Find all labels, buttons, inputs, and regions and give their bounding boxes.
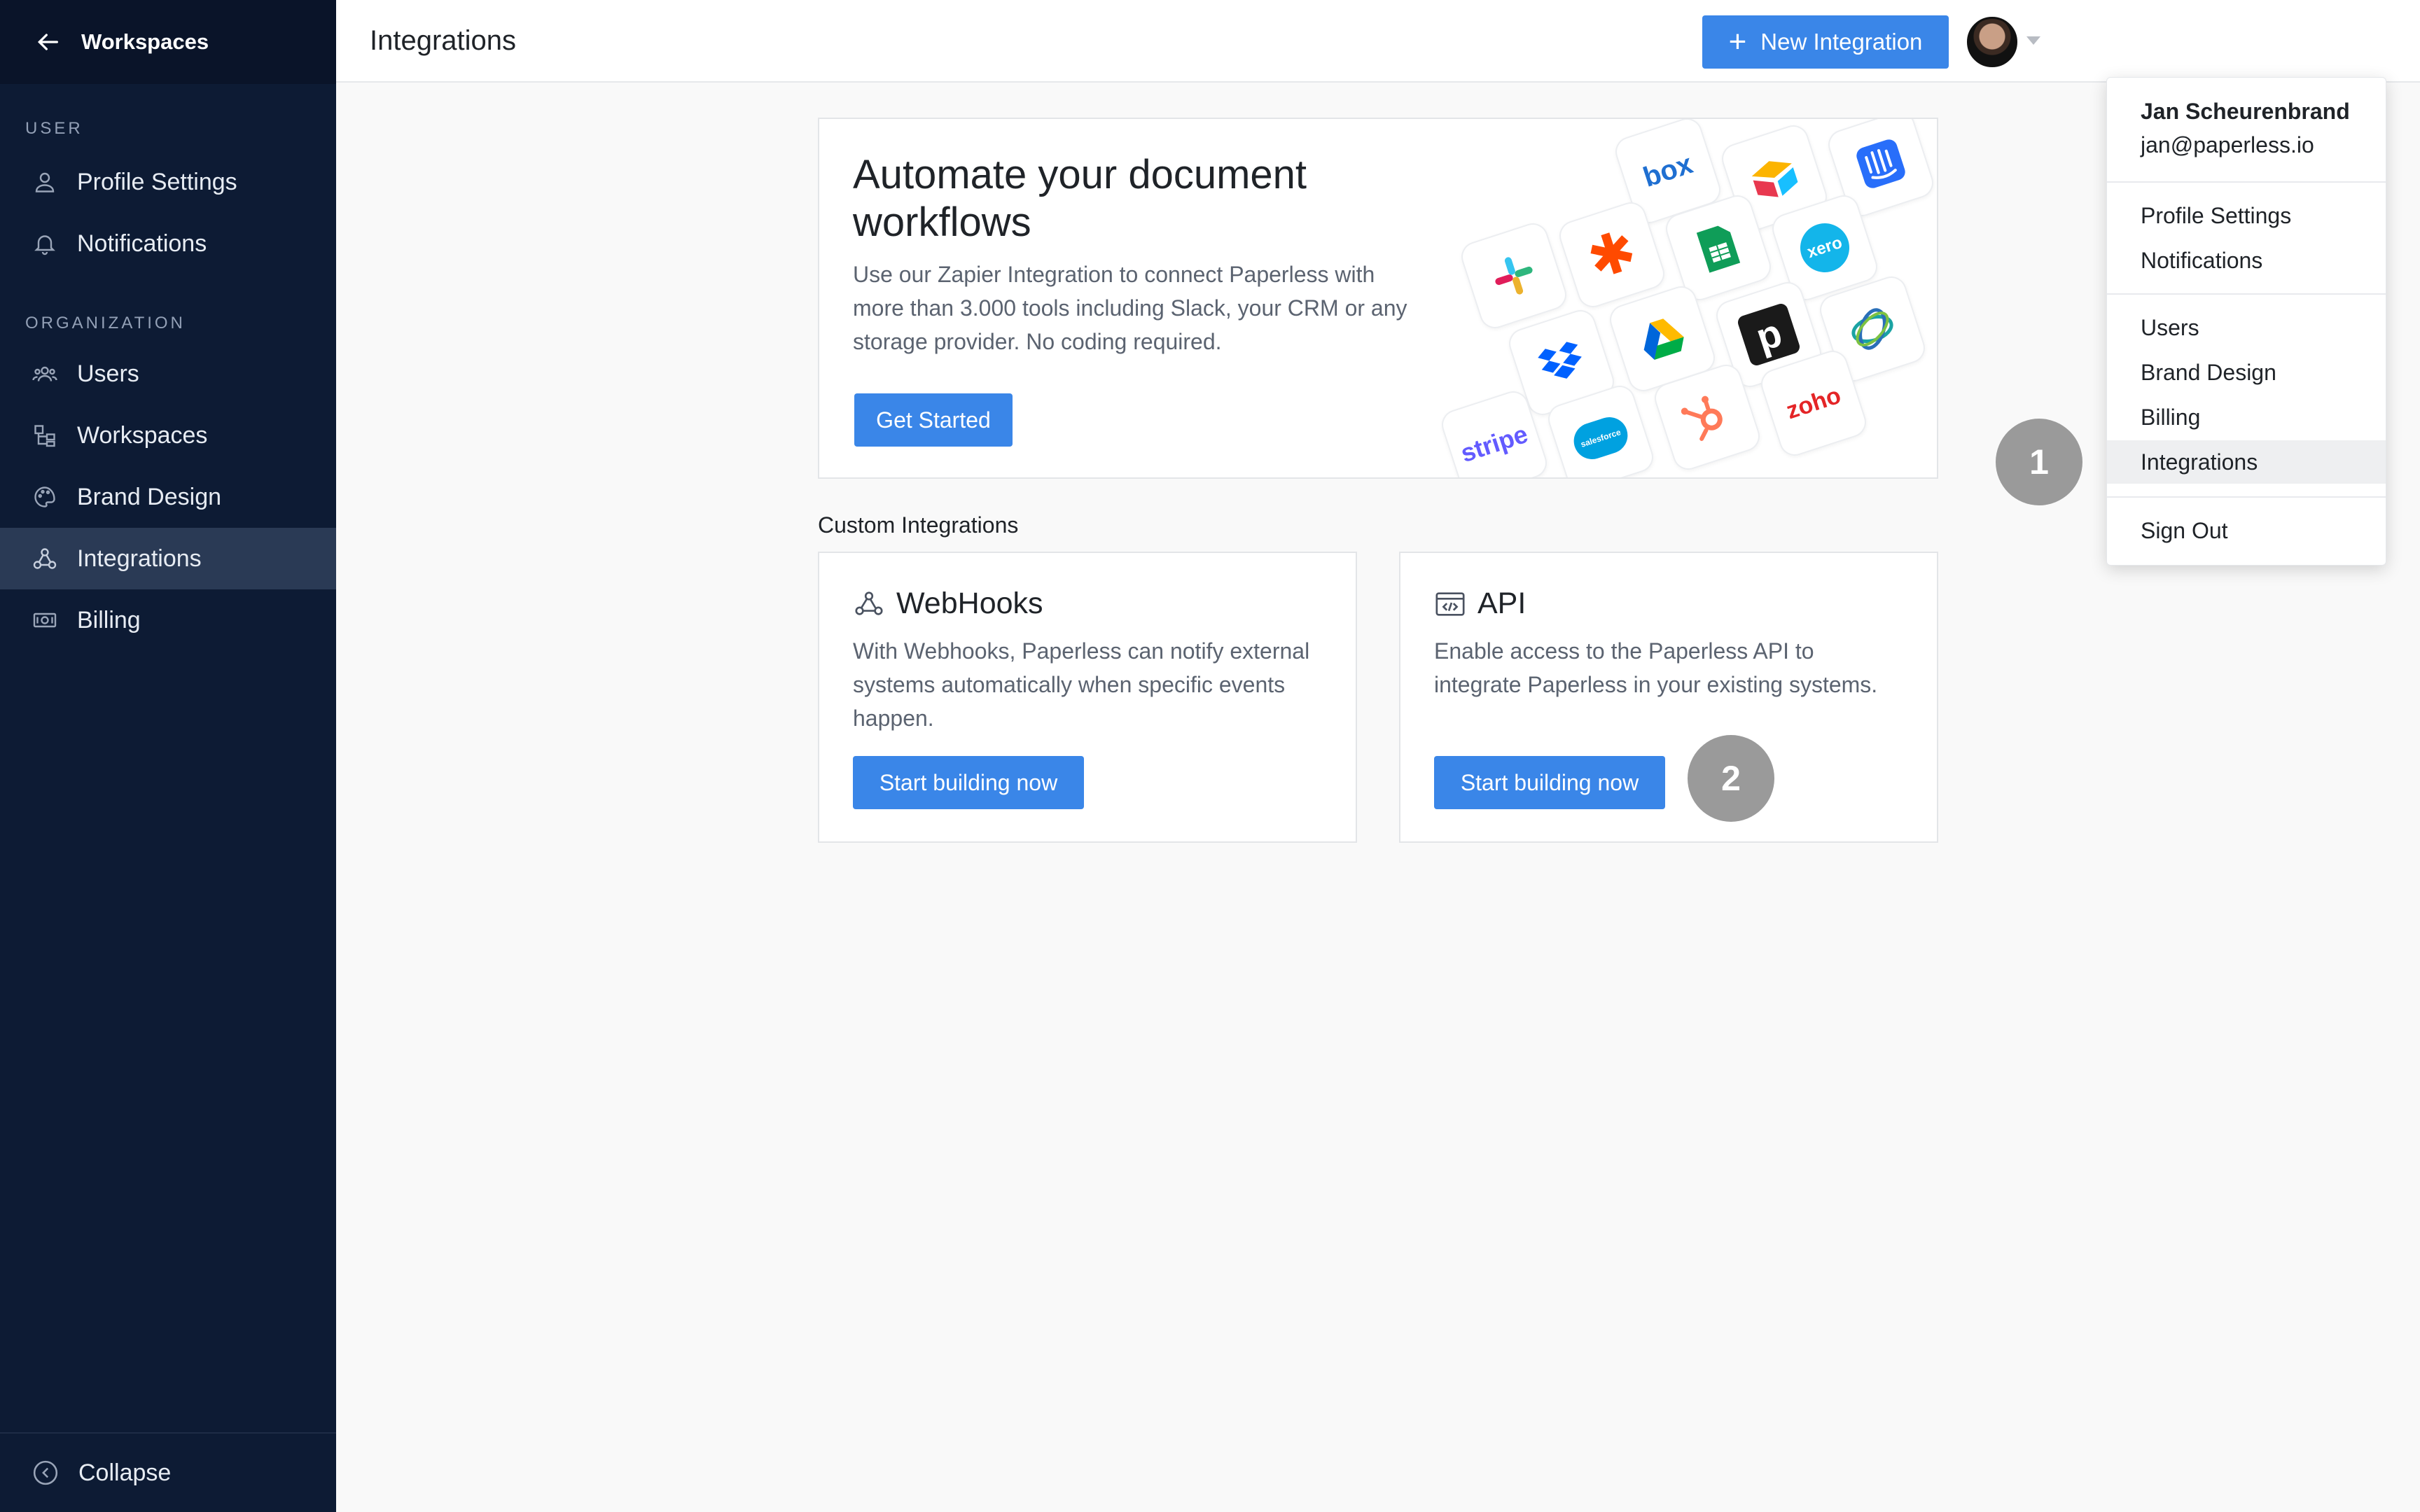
webhooks-start-button[interactable]: Start building now <box>853 756 1084 809</box>
sidebar-item-notifications[interactable]: Notifications <box>0 213 336 274</box>
sidebar-item-label: Workspaces <box>77 421 208 449</box>
hero-description: Use our Zapier Integration to connect Pa… <box>853 262 1407 354</box>
collapse-label: Collapse <box>78 1459 172 1486</box>
plus-icon: + <box>1728 24 1747 59</box>
menu-item-users[interactable]: Users <box>2107 306 2386 349</box>
menu-item-billing[interactable]: Billing <box>2107 396 2386 439</box>
zoho-logo-text: zoho <box>1783 382 1844 424</box>
sidebar-item-integrations[interactable]: Integrations <box>0 528 336 589</box>
stripe-logo-text: stripe <box>1456 419 1531 468</box>
bell-icon <box>34 235 55 255</box>
api-card-header: API <box>1434 587 1526 621</box>
avatar[interactable] <box>1967 17 2017 67</box>
salesforce-logo-text: salesforce <box>1569 412 1633 464</box>
zapier-hero-card: Automate your document workflows Use our… <box>818 118 1938 479</box>
get-started-button[interactable]: Get Started <box>854 393 1013 447</box>
users-icon <box>32 366 57 382</box>
menu-item-brand-design[interactable]: Brand Design <box>2107 351 2386 394</box>
api-title: API <box>1477 587 1527 620</box>
webhooks-title: WebHooks <box>896 587 1043 620</box>
hero-title: Automate your document workflows <box>853 152 1307 245</box>
top-header: Integrations <box>336 0 2420 83</box>
step-marker-1: 1 <box>1996 419 2082 505</box>
billing-icon <box>33 612 57 628</box>
orbit-shape <box>1851 308 1893 350</box>
palette-icon <box>34 486 55 507</box>
api-description: Enable access to the Paperless API to in… <box>1434 638 1878 697</box>
chevron-down-icon[interactable] <box>2026 36 2040 45</box>
menu-item-integrations[interactable]: Integrations <box>2107 440 2386 484</box>
slack-logo-icon <box>1457 219 1571 332</box>
webhooks-card: WebHooks With Webhooks, Paperless can no… <box>818 552 1357 843</box>
sidebar-item-workspaces[interactable]: Workspaces <box>0 405 336 466</box>
section-label-organization: ORGANIZATION <box>25 314 186 332</box>
user-email: jan@paperless.io <box>2141 132 2314 158</box>
page-title: Integrations <box>370 25 517 56</box>
step-marker-2: 2 <box>1688 735 1774 822</box>
sidebar-item-label: Profile Settings <box>77 168 237 195</box>
webhook-icon <box>855 591 883 615</box>
dropbox-shape <box>1538 342 1582 379</box>
user-name: Jan Scheurenbrand <box>2141 99 2350 124</box>
webhooks-description: With Webhooks, Paperless can notify exte… <box>853 638 1310 731</box>
custom-integrations-heading: Custom Integrations <box>818 512 1019 538</box>
new-integration-button[interactable]: + New Integration <box>1702 15 1949 69</box>
sidebar-item-label: Users <box>77 360 139 387</box>
user-icon <box>35 172 55 192</box>
sidebar-item-users[interactable]: Users <box>0 343 336 405</box>
sidebar-item-profile-settings[interactable]: Profile Settings <box>0 151 336 213</box>
sidebar-item-label: Notifications <box>77 230 207 257</box>
slack-shape <box>1495 257 1533 295</box>
api-start-button[interactable]: Start building now <box>1434 756 1665 809</box>
sidebar-item-label: Brand Design <box>77 483 222 510</box>
arrow-left-icon <box>37 34 59 50</box>
integrations-icon <box>33 548 57 569</box>
drive-shape <box>1643 318 1684 360</box>
box-logo-text: box <box>1639 148 1697 193</box>
code-window-icon <box>1435 592 1465 616</box>
sidebar: Workspaces USER Profile Settings Notific… <box>0 0 336 1512</box>
airtable-shape <box>1751 161 1798 197</box>
workspaces-icon <box>34 425 55 447</box>
menu-divider <box>2107 181 2386 183</box>
menu-divider <box>2107 496 2386 498</box>
menu-item-notifications[interactable]: Notifications <box>2107 239 2386 282</box>
collapse-icon <box>33 1460 58 1485</box>
sheets-shape <box>1696 225 1741 273</box>
sidebar-item-label: Billing <box>77 606 141 634</box>
api-card: API Enable access to the Paperless API t… <box>1399 552 1938 843</box>
hubspot-shape <box>1681 396 1723 441</box>
user-menu-dropdown: Jan Scheurenbrand jan@paperless.io Profi… <box>2106 77 2386 566</box>
section-label-user: USER <box>25 119 83 138</box>
menu-item-profile-settings[interactable]: Profile Settings <box>2107 194 2386 237</box>
new-integration-label: New Integration <box>1760 29 1923 55</box>
sidebar-item-brand-design[interactable]: Brand Design <box>0 466 336 528</box>
xero-logo-text: xero <box>1793 216 1856 279</box>
webhooks-card-header: WebHooks <box>853 587 1043 621</box>
back-label: Workspaces <box>81 29 209 54</box>
collapse-button[interactable]: Collapse <box>0 1432 336 1512</box>
sidebar-item-label: Integrations <box>77 545 202 572</box>
intercom-shape <box>1856 139 1905 188</box>
back-to-workspaces[interactable]: Workspaces <box>0 0 336 84</box>
menu-item-sign-out[interactable]: Sign Out <box>2107 509 2386 552</box>
menu-divider <box>2107 293 2386 295</box>
sidebar-item-billing[interactable]: Billing <box>0 589 336 651</box>
